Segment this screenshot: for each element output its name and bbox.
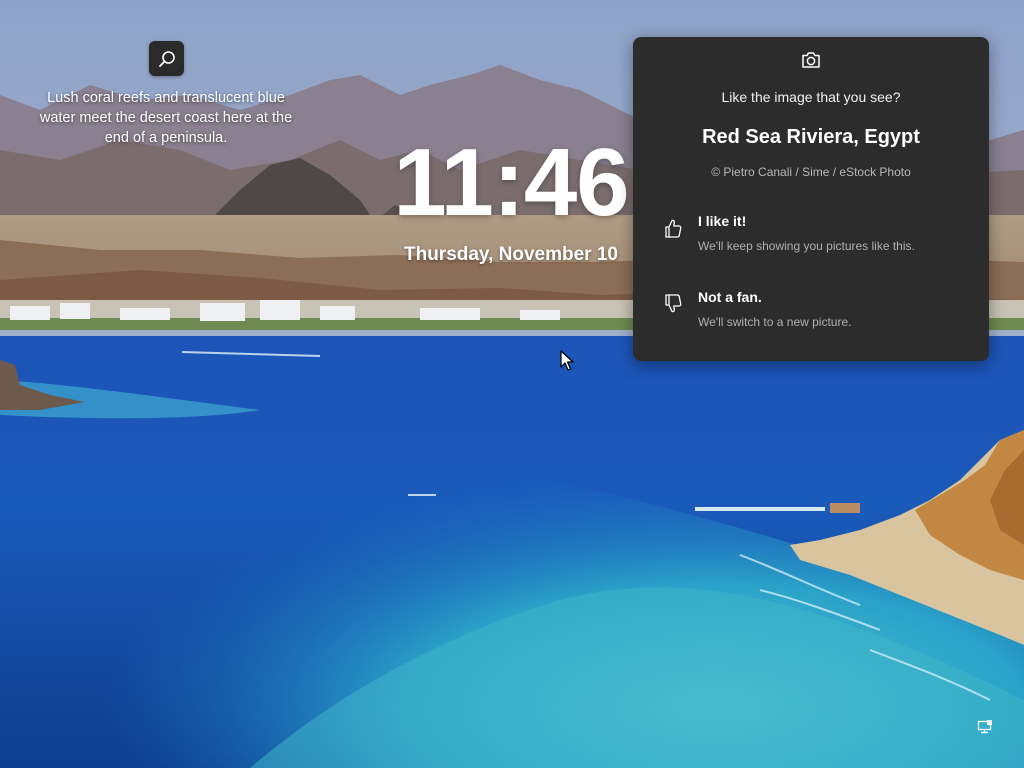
image-location-title: Red Sea Riviera, Egypt [702,126,920,148]
camera-icon [802,52,820,68]
like-option-title: I like it! [698,213,747,229]
spotlight-feedback-panel: Like the image that you see? Red Sea Riv… [633,37,989,361]
lock-screen-time: 11:46 [393,129,629,236]
like-option-subtitle: We'll keep showing you pictures like thi… [698,239,915,253]
dislike-option-subtitle: We'll switch to a new picture. [698,315,852,329]
image-caption: Lush coral reefs and translucent blue wa… [39,90,293,146]
feedback-question: Like the image that you see? [721,89,901,105]
network-icon[interactable] [977,719,993,735]
lock-screen-date: Thursday, November 10 [403,244,618,265]
photo-credit: © Pietro Canali / Sime / eStock Photo [711,165,911,179]
thumbs-up-icon [665,219,682,238]
like-image-button[interactable]: I like it! We'll keep showing you pictur… [653,213,969,269]
dislike-option-title: Not a fan. [698,289,762,305]
learn-more-button[interactable] [149,41,184,76]
search-icon [158,50,175,67]
thumbs-down-icon [665,294,682,313]
mouse-cursor-icon [560,350,574,371]
dislike-image-button[interactable]: Not a fan. We'll switch to a new picture… [653,289,969,345]
